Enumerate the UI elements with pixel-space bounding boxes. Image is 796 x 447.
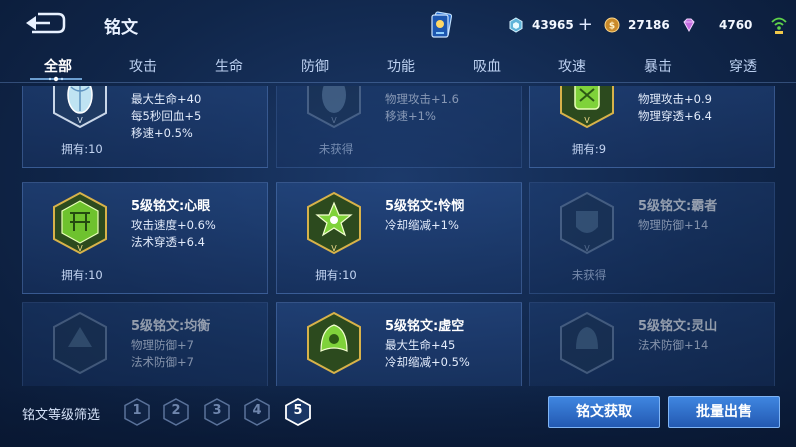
stat-line: 最大生命+45: [385, 338, 456, 352]
stat-line: 冷却缩减+1%: [385, 218, 459, 232]
svg-text:V: V: [77, 116, 83, 125]
inscription-icon: V: [53, 191, 107, 255]
stat-line: 物理攻击+0.9: [638, 92, 712, 106]
stat-line: 移速+0.5%: [131, 126, 193, 140]
stat-line: 最大生命+40: [131, 92, 202, 106]
inscription-card-icon[interactable]: [430, 10, 456, 40]
hex-coin-counter: 43965 +: [508, 15, 593, 35]
level-number: 5: [293, 403, 303, 418]
owned-count: 拥有:10: [61, 268, 103, 282]
bottom-bar: 铭文等级筛选 1 2 3 4 5 铭文获取 批量出售: [0, 386, 796, 447]
bulk-sell-button[interactable]: 批量出售: [668, 396, 780, 428]
inscription-card[interactable]: V 未获得 物理攻击+1.6 移速+1%: [276, 86, 522, 168]
svg-text:V: V: [584, 116, 590, 125]
level-number: 3: [212, 403, 222, 418]
inscription-icon: V: [53, 86, 107, 129]
owned-count: 未获得: [571, 268, 607, 282]
page-title: 铭文: [104, 18, 138, 38]
top-bar: 铭文 43965 + $ 27186 4760: [0, 0, 796, 50]
tab-lifesteal[interactable]: 吸血: [457, 56, 517, 76]
svg-text:V: V: [584, 244, 590, 253]
stat-line: 每5秒回血+5: [131, 109, 202, 123]
inscription-name: 5级铭文:均衡: [131, 319, 211, 334]
acquire-inscription-button[interactable]: 铭文获取: [548, 396, 660, 428]
svg-text:V: V: [331, 244, 337, 253]
network-signal-icon: [771, 17, 787, 34]
stat-line: 物理攻击+1.6: [385, 92, 459, 106]
gold-coin-value: 27186: [628, 18, 670, 32]
inscription-card-bazhe[interactable]: V 未获得 5级铭文:霸者 物理防御+14: [529, 182, 775, 294]
diamond-value: 4760: [719, 18, 753, 32]
level-filter-5[interactable]: 5: [285, 397, 311, 427]
inscription-card-junheng[interactable]: 5级铭文:均衡 物理防御+7 法术防御+7: [22, 302, 268, 386]
inscription-icon: V: [307, 86, 361, 129]
stat-line: 物理穿透+6.4: [638, 109, 712, 123]
stat-line: 冷却缩减+0.5%: [385, 355, 470, 369]
tab-critical[interactable]: 暴击: [628, 56, 688, 76]
owned-count: 拥有:10: [315, 268, 357, 282]
inscription-icon: [53, 311, 107, 375]
owned-count: 拥有:10: [61, 142, 103, 156]
diamond-counter: 4760: [681, 15, 752, 35]
owned-count: 未获得: [318, 142, 354, 156]
stat-line: 物理防御+7: [131, 338, 194, 352]
add-coin-button[interactable]: +: [578, 16, 593, 34]
tab-penetration[interactable]: 穿透: [713, 56, 773, 76]
inscription-icon: [560, 311, 614, 375]
tab-defense[interactable]: 防御: [285, 56, 345, 76]
inscription-card-lingshan[interactable]: 5级铭文:灵山 法术防御+14: [529, 302, 775, 386]
inscription-name: 5级铭文:虚空: [385, 319, 465, 334]
back-arrow-icon[interactable]: [22, 10, 66, 36]
gold-coin-icon: $: [604, 17, 620, 33]
inscription-icon: V: [560, 191, 614, 255]
svg-text:V: V: [331, 116, 337, 125]
stat-line: 法术防御+14: [638, 338, 709, 352]
tab-utility[interactable]: 功能: [371, 56, 431, 76]
tab-all[interactable]: 全部: [28, 56, 88, 76]
level-filter-3[interactable]: 3: [204, 398, 230, 426]
level-filter-2[interactable]: 2: [163, 398, 189, 426]
tab-health[interactable]: 生命: [199, 56, 259, 76]
stat-line: 移速+1%: [385, 109, 436, 123]
inscription-card-xukong[interactable]: 5级铭文:虚空 最大生命+45 冷却缩减+0.5%: [276, 302, 522, 386]
inscription-card-lianmin[interactable]: V 拥有:10 5级铭文:怜悯 冷却缩减+1%: [276, 182, 522, 294]
inscription-card[interactable]: V 拥有:9 物理攻击+0.9 物理穿透+6.4: [529, 86, 775, 168]
tab-attack[interactable]: 攻击: [113, 56, 173, 76]
level-number: 4: [252, 403, 262, 418]
tab-attack-speed[interactable]: 攻速: [542, 56, 602, 76]
level-filter-label: 铭文等级筛选: [22, 408, 101, 423]
inscription-card[interactable]: V 拥有:10 最大生命+40 每5秒回血+5 移速+0.5%: [22, 86, 268, 168]
stat-line: 法术防御+7: [131, 355, 194, 369]
owned-count: 拥有:9: [571, 142, 607, 156]
hex-coin-icon: [509, 17, 523, 33]
inscription-icon: [307, 311, 361, 375]
inscription-name: 5级铭文:霸者: [638, 199, 718, 214]
inscription-card-xinyan[interactable]: V 拥有:10 5级铭文:心眼 攻击速度+0.6% 法术穿透+6.4: [22, 182, 268, 294]
stat-line: 攻击速度+0.6%: [131, 218, 216, 232]
level-filter-1[interactable]: 1: [124, 398, 150, 426]
svg-text:V: V: [77, 244, 83, 253]
inscription-name: 5级铭文:心眼: [131, 199, 211, 214]
svg-text:$: $: [609, 22, 615, 32]
inscription-icon: V: [307, 191, 361, 255]
category-tabs: 全部 攻击 生命 防御 功能 吸血 攻速 暴击 穿透: [0, 52, 796, 82]
diamond-icon: [683, 18, 695, 33]
stat-line: 法术穿透+6.4: [131, 235, 205, 249]
gold-coin-counter: $ 27186: [604, 15, 670, 35]
hex-coin-value: 43965: [532, 18, 574, 32]
tabs-divider: [0, 82, 796, 83]
stat-line: 物理防御+14: [638, 218, 709, 232]
level-number: 2: [171, 403, 181, 418]
level-number: 1: [132, 403, 142, 418]
level-filter-4[interactable]: 4: [244, 398, 270, 426]
inscription-icon: V: [560, 86, 614, 129]
inscription-name: 5级铭文:怜悯: [385, 199, 465, 214]
inscription-grid: V 拥有:10 最大生命+40 每5秒回血+5 移速+0.5% V 未获得 物理…: [0, 86, 796, 386]
inscription-name: 5级铭文:灵山: [638, 319, 718, 334]
